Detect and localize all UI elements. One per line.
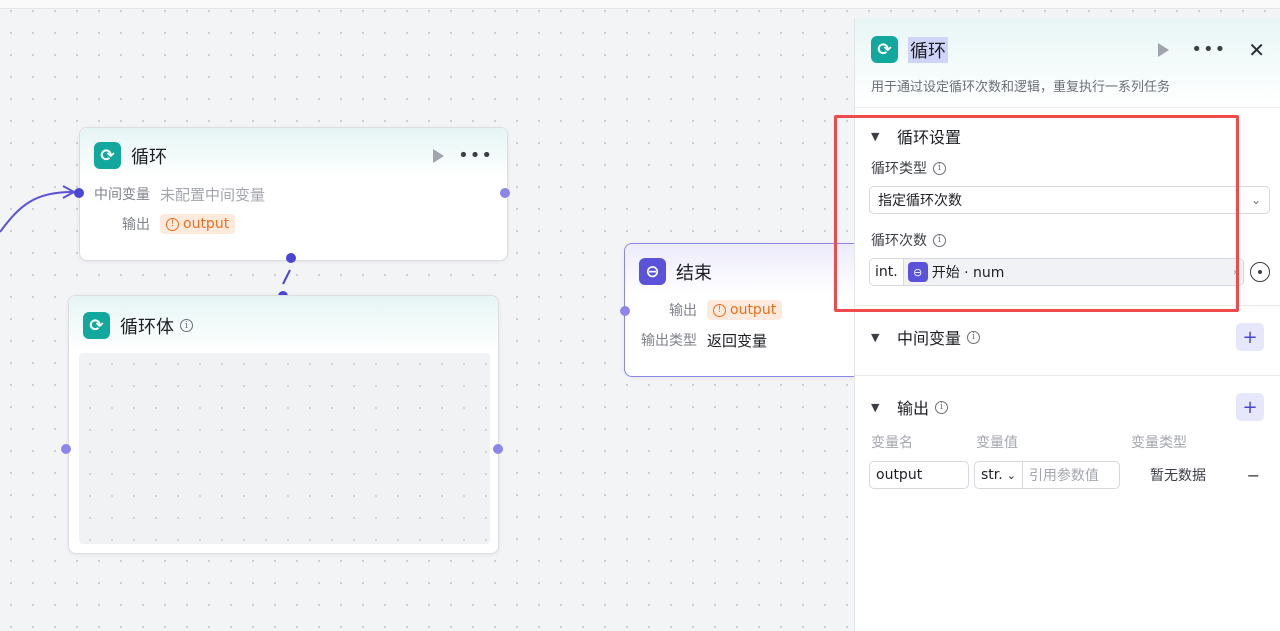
info-icon[interactable]: i: [180, 319, 193, 332]
chevron-down-icon[interactable]: ▼: [871, 401, 885, 414]
output-name-value: output: [876, 467, 923, 483]
loop-input-port[interactable]: [74, 188, 84, 198]
loop-count-label: 循环次数 i: [855, 230, 1280, 250]
loop-count-field: int. ⊖ 开始 · num ›: [869, 258, 1270, 286]
remove-output-button[interactable]: −: [1247, 466, 1260, 485]
loop-count-type[interactable]: int.: [870, 259, 904, 285]
output-value-type-text: str.: [981, 467, 1003, 483]
loop-type-label: 循环类型 i: [855, 158, 1280, 178]
chevron-down-icon[interactable]: ▼: [871, 130, 885, 143]
loop-body-canvas[interactable]: [79, 353, 490, 544]
end-output-type-value: 返回变量: [707, 331, 768, 350]
output-value-placeholder: 引用参数值: [1028, 468, 1099, 484]
loop-type-label-text: 循环类型: [871, 161, 927, 177]
warning-icon: !: [166, 217, 179, 231]
end-output-type-label: 输出类型: [641, 333, 697, 349]
start-node-icon: ⊖: [907, 262, 928, 282]
variable-picker-icon[interactable]: [1250, 262, 1270, 282]
loop-settings-header[interactable]: ▼ 循环设置: [855, 108, 1280, 164]
intermediate-header[interactable]: ▼ 中间变量 i +: [855, 306, 1280, 368]
output-type-value: 暂无数据: [1150, 468, 1206, 484]
chevron-down-icon: ⌄: [1250, 193, 1261, 207]
chevron-down-icon[interactable]: ▼: [871, 331, 885, 344]
loop-node-header: ⟳ 循环 •••: [80, 128, 507, 179]
run-icon[interactable]: [1158, 42, 1170, 57]
output-value-type[interactable]: str. ⌄: [975, 462, 1023, 488]
loop-type-value: 指定循环次数: [878, 193, 962, 209]
loop-node[interactable]: ⟳ 循环 ••• 中间变量 未配置中间变量 输出 ! output: [79, 127, 508, 261]
loop-body-header: ⟳ 循环体 i: [69, 296, 498, 349]
intermediate-row: 中间变量 未配置中间变量: [80, 179, 507, 209]
node-settings-panel: ⟳ 循环 ••• ✕ 用于通过设定循环次数和逻辑，重复执行一系列任务 ▼ 循环设…: [854, 18, 1280, 631]
loop-body-edge: [282, 269, 291, 285]
play-icon[interactable]: [433, 148, 445, 163]
loop-count-ref-text: 开始 · num: [931, 265, 1005, 281]
end-output-label: 输出: [669, 303, 697, 319]
info-icon[interactable]: i: [933, 161, 946, 175]
end-node-header: ⊖ 结束: [625, 244, 883, 295]
info-icon[interactable]: i: [967, 330, 981, 344]
info-icon[interactable]: i: [933, 233, 946, 247]
more-icon[interactable]: •••: [458, 146, 493, 165]
col-name: 变量名: [871, 435, 913, 451]
more-icon[interactable]: •••: [1191, 40, 1226, 59]
loop-body-title: 循环体: [120, 316, 174, 338]
panel-header: ⟳ 循环 ••• ✕ 用于通过设定循环次数和逻辑，重复执行一系列任务: [855, 18, 1280, 108]
loop-count-ref[interactable]: int. ⊖ 开始 · num ›: [869, 258, 1244, 286]
info-icon[interactable]: i: [935, 400, 949, 414]
loop-body-left-port[interactable]: [61, 444, 71, 454]
loop-icon: ⟳: [94, 142, 121, 169]
add-output-button[interactable]: +: [1236, 393, 1264, 421]
output-section: ▼ 输出 i + 变量名 变量值 变量类型 output str. ⌄ 引用参数…: [855, 376, 1280, 490]
end-output-tag-text: output: [730, 302, 777, 318]
loop-output-port[interactable]: [500, 188, 510, 198]
end-node[interactable]: ⊖ 结束 输出 ! output 输出类型 返回变量: [624, 243, 884, 377]
end-input-port[interactable]: [620, 306, 630, 316]
loop-icon: ⟳: [871, 36, 898, 63]
output-value-field[interactable]: str. ⌄ 引用参数值: [974, 461, 1120, 489]
warning-icon: !: [713, 303, 726, 317]
chevron-right-icon: ›: [1233, 266, 1237, 278]
loop-count-label-text: 循环次数: [871, 233, 927, 249]
chevron-down-icon: ⌄: [1006, 468, 1016, 482]
loop-node-title: 循环: [131, 146, 167, 168]
loop-body-port[interactable]: [286, 253, 296, 263]
output-title: 输出: [897, 399, 930, 418]
output-column-headers: 变量名 变量值 变量类型: [855, 430, 1280, 454]
loop-type-select[interactable]: 指定循环次数 ⌄: [869, 186, 1270, 214]
close-icon[interactable]: ✕: [1248, 40, 1265, 60]
intermediate-title: 中间变量: [897, 329, 962, 348]
output-name-input[interactable]: output: [869, 461, 969, 489]
end-output-row: 输出 ! output: [625, 295, 883, 325]
panel-description: 用于通过设定循环次数和逻辑，重复执行一系列任务: [871, 80, 1171, 95]
panel-title[interactable]: 循环: [908, 36, 948, 63]
loop-icon: ⟳: [83, 312, 110, 339]
end-output-type-row: 输出类型 返回变量: [625, 325, 883, 355]
output-header[interactable]: ▼ 输出 i +: [855, 376, 1280, 438]
col-type: 变量类型: [1131, 435, 1187, 451]
output-tag: ! output: [160, 214, 236, 234]
end-node-title: 结束: [676, 262, 712, 284]
end-output-tag: ! output: [707, 300, 783, 320]
intermediate-label: 中间变量: [94, 187, 150, 203]
output-row: 输出 ! output: [80, 209, 507, 239]
output-label: 输出: [122, 217, 150, 233]
loop-body-node[interactable]: ⟳ 循环体 i: [68, 295, 499, 554]
add-intermediate-button[interactable]: +: [1236, 323, 1264, 351]
end-icon: ⊖: [639, 258, 666, 285]
output-row: output str. ⌄ 引用参数值 暂无数据 −: [855, 460, 1280, 490]
incoming-edge: [0, 191, 73, 233]
loop-body-right-port[interactable]: [493, 444, 503, 454]
col-value: 变量值: [976, 435, 1018, 451]
loop-settings-section: ▼ 循环设置 循环类型 i 指定循环次数 ⌄ 循环次数 i int. ⊖ 开始 …: [855, 108, 1280, 306]
loop-settings-title: 循环设置: [897, 128, 962, 147]
intermediate-section: ▼ 中间变量 i +: [855, 306, 1280, 376]
output-tag-text: output: [183, 216, 230, 232]
intermediate-value: 未配置中间变量: [160, 185, 266, 204]
